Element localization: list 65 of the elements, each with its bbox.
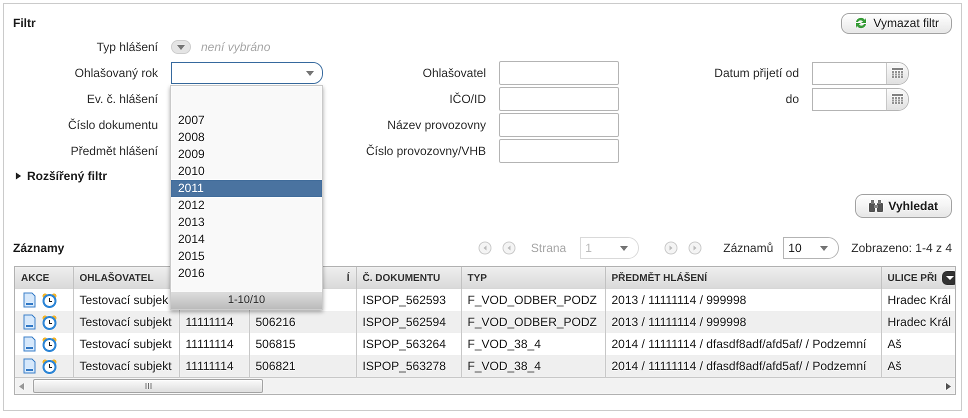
report-type-select[interactable] <box>171 40 191 54</box>
dropdown-option[interactable]: 2008 <box>171 129 322 146</box>
dropdown-option[interactable]: 2012 <box>171 197 322 214</box>
refresh-icon <box>854 16 868 30</box>
scroll-left-icon[interactable] <box>19 382 24 390</box>
binoculars-icon <box>869 200 884 212</box>
dropdown-footer: 1-10/10 <box>171 292 322 309</box>
scrollbar-thumb[interactable] <box>33 379 263 393</box>
field-label: IČO/ID <box>449 92 487 106</box>
caret-icon <box>820 246 828 250</box>
alarm-clock-icon[interactable] <box>42 358 57 374</box>
alarm-clock-icon[interactable] <box>42 336 57 352</box>
horizontal-scrollbar[interactable] <box>15 377 955 394</box>
input-field[interactable] <box>499 87 619 111</box>
column-header: AKCE <box>15 267 73 289</box>
records-summary: Zobrazeno: 1-4 z 4 <box>851 241 952 255</box>
document-icon[interactable] <box>23 358 36 374</box>
dropdown-option[interactable]: 2015 <box>171 248 322 265</box>
column-header: TYP <box>461 267 605 289</box>
filter-title: Filtr <box>13 16 36 30</box>
document-icon[interactable] <box>23 336 36 352</box>
column-menu-icon[interactable] <box>942 271 955 285</box>
column-header: Č. DOKUMENTU <box>356 267 461 289</box>
field-label: Předmět hlášení <box>70 144 159 158</box>
caret-icon <box>306 70 314 76</box>
date-field[interactable] <box>812 62 909 84</box>
document-icon[interactable] <box>23 314 36 330</box>
dropdown-option[interactable]: 2011 <box>171 180 322 197</box>
caret-icon <box>620 246 628 250</box>
dropdown-option[interactable]: 2010 <box>171 163 322 180</box>
advanced-filter-toggle[interactable]: Rozšířený filtr <box>15 166 108 186</box>
field-label: Název provozovny <box>387 118 487 132</box>
records-title: Záznamy <box>13 241 64 255</box>
field-label: Ev. č. hlášení <box>86 92 159 106</box>
input-field[interactable] <box>499 139 619 163</box>
document-icon[interactable] <box>23 292 36 308</box>
clear-filter-button[interactable]: Vymazat filtr <box>841 12 952 34</box>
field-label: Ohlašovaný rok <box>74 66 159 80</box>
field-label: Typ hlášení <box>96 40 159 54</box>
page-label: Strana <box>530 241 566 255</box>
alarm-clock-icon[interactable] <box>42 292 57 308</box>
dropdown-option[interactable]: 2009 <box>171 146 322 163</box>
year-select[interactable] <box>171 62 323 84</box>
field-label: Číslo dokumentu <box>68 118 159 132</box>
column-header: PŘEDMĚT HLÁŠENÍ <box>605 267 881 289</box>
per-page-label: Záznamů <box>723 241 774 255</box>
dropdown-option[interactable]: 2013 <box>171 214 322 231</box>
input-field[interactable] <box>499 113 619 137</box>
date-field[interactable] <box>812 88 909 110</box>
field-label: Číslo provozovny/VHB <box>366 144 487 158</box>
input-field[interactable] <box>499 61 619 85</box>
alarm-clock-icon[interactable] <box>42 314 57 330</box>
field-label: Datum přijetí od <box>714 66 800 80</box>
search-button[interactable]: Vyhledat <box>855 194 952 218</box>
field-label: Ohlašovatel <box>422 66 487 80</box>
triangle-icon <box>15 172 22 180</box>
calendar-icon <box>892 68 903 78</box>
calendar-icon <box>892 94 903 104</box>
dropdown-option[interactable]: 2014 <box>171 231 322 248</box>
field-label: do <box>786 92 800 106</box>
column-header: ULICE PŘI <box>881 267 955 289</box>
scroll-right-icon[interactable] <box>946 382 951 390</box>
dropdown-option[interactable]: 2007 <box>171 112 322 129</box>
report-type-value: není vybráno <box>201 40 270 54</box>
caret-icon <box>177 44 185 50</box>
